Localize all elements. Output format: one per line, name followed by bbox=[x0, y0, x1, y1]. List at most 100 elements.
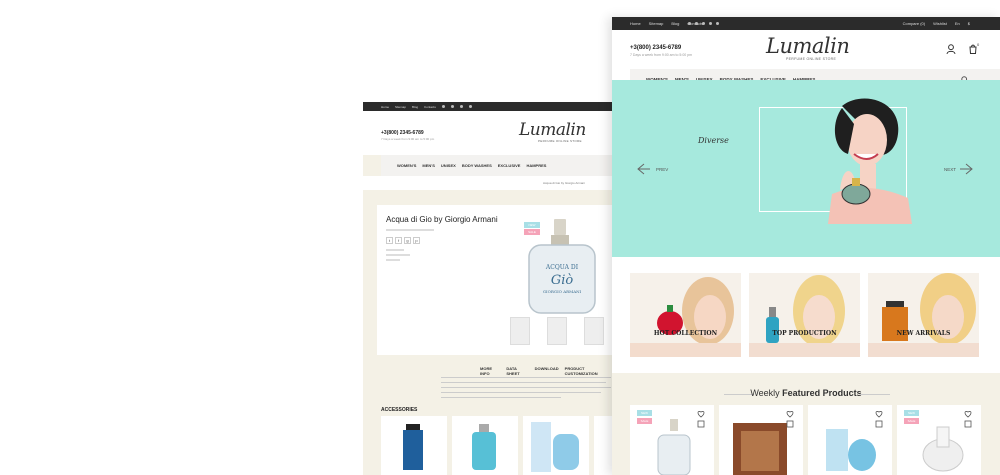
thumbnail-1[interactable] bbox=[510, 317, 530, 345]
nav-body-washes[interactable]: BODY WASHES bbox=[462, 163, 492, 168]
hero-slider[interactable]: Diverse PREV NEXT bbox=[612, 80, 1000, 257]
nav-mens[interactable]: MEN'S bbox=[422, 163, 435, 168]
pinterest-icon[interactable] bbox=[468, 105, 472, 108]
logo-tagline: PERFUME ONLINE STORE bbox=[538, 139, 582, 143]
top-bar: Home Sitemap Blog Contacts bbox=[363, 102, 613, 111]
featured-title: Weekly Featured Products bbox=[612, 388, 1000, 398]
thumbnail-2[interactable] bbox=[547, 317, 567, 345]
condition-line bbox=[386, 254, 410, 256]
banner-label: TOP PRODUCTION bbox=[772, 330, 837, 337]
wishlist-icon[interactable] bbox=[963, 409, 973, 429]
user-icon[interactable] bbox=[946, 44, 956, 54]
phone-number: +3(800) 2345-6789 bbox=[630, 45, 682, 51]
compare-link[interactable]: Compare (0) bbox=[903, 21, 925, 26]
product-card[interactable]: NEW SALE bbox=[897, 405, 981, 475]
accessory-bottle-image bbox=[472, 424, 496, 470]
product-image bbox=[826, 429, 876, 471]
accessory-card[interactable] bbox=[452, 416, 518, 475]
facebook-icon[interactable] bbox=[441, 105, 445, 108]
facebook-icon[interactable] bbox=[688, 22, 691, 25]
prev-arrow-icon[interactable] bbox=[636, 162, 650, 176]
topbar-link-sitemap[interactable]: Sitemap bbox=[395, 105, 406, 109]
home-page-preview: Home Sitemap Blog Contacts Compare (0) W… bbox=[612, 17, 1000, 475]
featured-prefix: Weekly bbox=[750, 388, 780, 398]
bottle-label-2: Giò bbox=[551, 273, 574, 288]
tab-data-sheet[interactable]: DATA SHEET bbox=[506, 366, 528, 376]
topbar-link-blog[interactable]: Blog bbox=[412, 105, 418, 109]
accessory-card[interactable] bbox=[523, 416, 589, 475]
currency-select[interactable]: $ bbox=[968, 21, 970, 26]
twitter-icon[interactable] bbox=[450, 105, 454, 108]
google-icon[interactable] bbox=[459, 105, 463, 108]
tab-more-info[interactable]: MORE INFO bbox=[480, 366, 500, 376]
google-icon[interactable] bbox=[702, 22, 705, 25]
pinterest-icon[interactable]: p bbox=[413, 237, 420, 244]
nav-unisex[interactable]: UNISEX bbox=[441, 163, 456, 168]
product-page-preview: Home Sitemap Blog Contacts +3(800) 2345-… bbox=[363, 102, 613, 475]
tab-download[interactable]: DOWNLOAD bbox=[535, 366, 559, 376]
facebook-icon[interactable]: f bbox=[395, 237, 402, 244]
wishlist-link[interactable]: Wishlist bbox=[933, 21, 947, 26]
topbar-link-blog[interactable]: Blog bbox=[671, 21, 679, 26]
bottle-label-3: GIORGIO ARMANI bbox=[543, 289, 582, 294]
next-label[interactable]: NEXT bbox=[944, 167, 956, 172]
description-line bbox=[441, 387, 611, 388]
tweet-icon[interactable]: t bbox=[386, 237, 393, 244]
language-select[interactable]: En bbox=[955, 21, 960, 26]
nav-exclusive[interactable]: EXCLUSIVE bbox=[498, 163, 521, 168]
banner-new-arrivals[interactable]: NEW ARRIVALS bbox=[868, 273, 979, 357]
banner-label: HOT COLLECTION bbox=[653, 330, 718, 337]
banner-image bbox=[630, 277, 741, 357]
banner-top-production[interactable]: TOP PRODUCTION bbox=[749, 273, 860, 357]
reference-line bbox=[386, 249, 404, 251]
nav-hampres[interactable]: HAMPRES bbox=[526, 163, 546, 168]
thumbnail-3[interactable] bbox=[584, 317, 604, 345]
product-card[interactable] bbox=[808, 405, 892, 475]
hero-model-illustration bbox=[828, 98, 912, 224]
main-nav: WOMEN'S MEN'S UNISEX BODY WASHES EXCLUSI… bbox=[381, 155, 613, 176]
logo[interactable]: Lumalin bbox=[766, 34, 850, 58]
logo[interactable]: Lumalin bbox=[519, 120, 586, 140]
topbar-link-sitemap[interactable]: Sitemap bbox=[649, 21, 664, 26]
hero-title: Diverse bbox=[698, 136, 729, 145]
next-arrow-icon[interactable] bbox=[960, 162, 974, 176]
accessory-box-image bbox=[531, 422, 579, 472]
cart-count: 0 bbox=[977, 42, 980, 47]
google-plus-icon[interactable]: g bbox=[404, 237, 411, 244]
description-line bbox=[441, 382, 606, 383]
youtube-icon[interactable] bbox=[716, 22, 719, 25]
featured-products-section: Weekly Featured Products NEW SALE NEW SA… bbox=[612, 373, 1000, 475]
nav-womens[interactable]: WOMEN'S bbox=[397, 163, 416, 168]
prev-label[interactable]: PREV bbox=[656, 167, 668, 172]
product-card[interactable]: NEW SALE bbox=[630, 405, 714, 475]
banner-hot-collection[interactable]: HOT COLLECTION bbox=[630, 273, 741, 357]
topbar-link-contacts[interactable]: Contacts bbox=[424, 105, 436, 109]
topbar-link-home[interactable]: Home bbox=[630, 21, 641, 26]
sale-badge: SALE bbox=[904, 418, 919, 424]
accessory-card[interactable] bbox=[594, 416, 613, 475]
share-buttons: t f g p bbox=[386, 237, 420, 244]
accessories-heading: ACCESSORIES bbox=[381, 407, 418, 413]
description-line bbox=[441, 397, 561, 398]
bottle-label-1: ACQUA DI bbox=[545, 264, 579, 271]
product-image[interactable]: ACQUA DI Giò GIORGIO ARMANI bbox=[515, 213, 611, 317]
topbar-link-home[interactable]: Home bbox=[381, 105, 389, 109]
product-card[interactable] bbox=[719, 405, 803, 475]
twitter-icon[interactable] bbox=[695, 22, 698, 25]
banner-image bbox=[749, 275, 860, 357]
top-bar: Home Sitemap Blog Contacts Compare (0) W… bbox=[612, 17, 1000, 30]
tab-product-customization[interactable]: PRODUCT CUSTOMIZATION bbox=[565, 366, 613, 376]
pinterest-icon[interactable] bbox=[709, 22, 712, 25]
product-title: Acqua di Gio by Giorgio Armani bbox=[386, 215, 498, 224]
wishlist-icon[interactable] bbox=[696, 409, 706, 429]
phone-hours: 7 Days a week from 9:00 am to 5:00 pm bbox=[381, 137, 435, 141]
banner-image bbox=[868, 273, 979, 357]
phone-hours: 7 Days a week from 9:00 am to 5:00 pm bbox=[630, 53, 693, 57]
breadcrumb: Acqua di Gio by Giorgio Armani bbox=[363, 176, 613, 190]
wishlist-icon[interactable] bbox=[874, 409, 884, 429]
new-badge: NEW bbox=[904, 410, 919, 416]
wishlist-icon[interactable] bbox=[785, 409, 795, 429]
breadcrumb-current: Acqua di Gio by Giorgio Armani bbox=[543, 181, 585, 185]
logo-tagline: PERFUME ONLINE STORE bbox=[786, 57, 837, 61]
accessory-card[interactable] bbox=[381, 416, 447, 475]
